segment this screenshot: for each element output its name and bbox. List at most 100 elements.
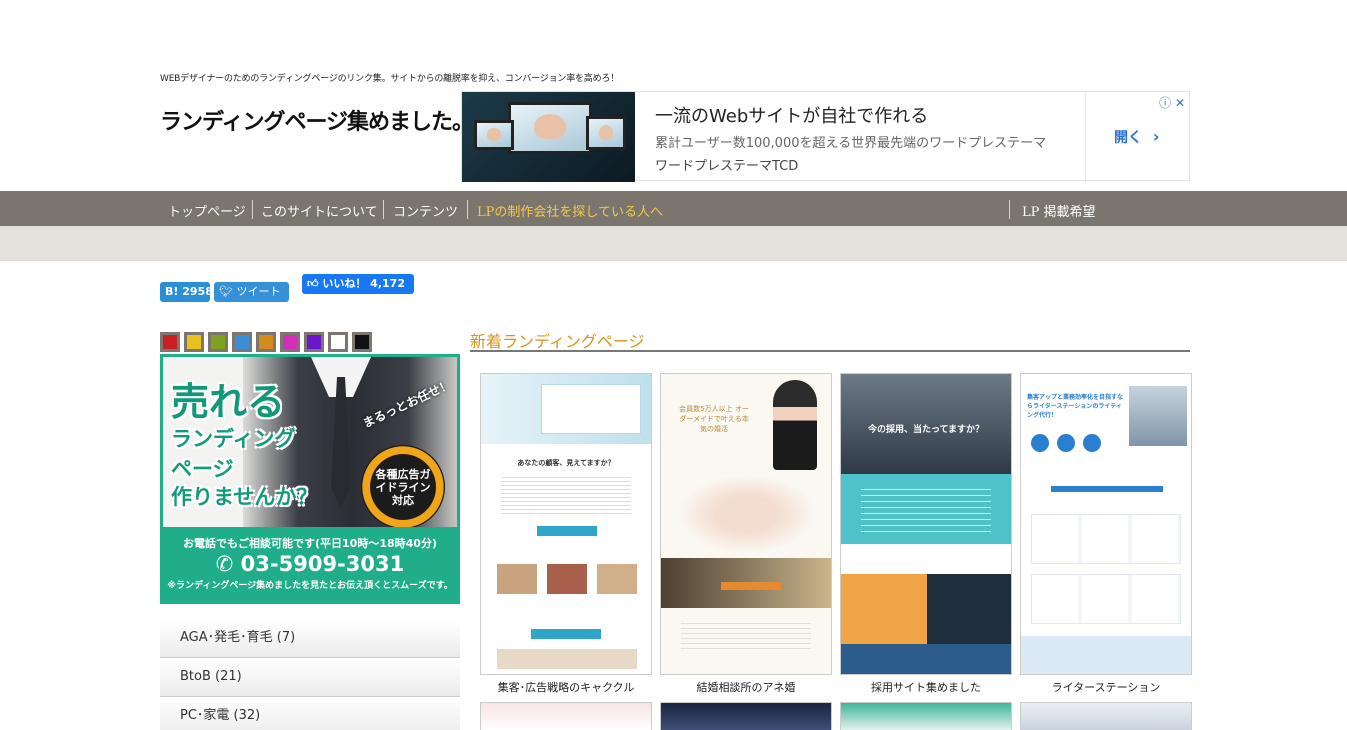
- card-thumb: [497, 564, 537, 594]
- ad-title[interactable]: 一流のWebサイトが自社で作れる: [655, 102, 928, 128]
- card-label-bar: [531, 629, 601, 639]
- guideline-badge: 各種広告ガイドライン対応: [361, 445, 445, 529]
- card-feature-grid: [1031, 574, 1181, 624]
- site-logo[interactable]: ランディングページ集めました。: [160, 104, 474, 136]
- nav-item-lp-request[interactable]: LP 掲載希望: [1022, 201, 1096, 220]
- card-feature-grid: [1031, 514, 1181, 564]
- lp-card[interactable]: [480, 702, 652, 730]
- category-list: AGA･発毛･育毛 (7) BtoB (21) PC･家電 (32): [160, 620, 460, 730]
- color-swatch-orange[interactable]: [256, 332, 276, 352]
- card-caption[interactable]: 集客･広告戦略のキャククル: [480, 679, 652, 695]
- card-text-lines: [501, 474, 631, 514]
- nav-separator: [383, 200, 384, 219]
- nav-separator: [1009, 200, 1010, 219]
- nav-item-about[interactable]: このサイトについて: [261, 201, 378, 220]
- twitter-bird-icon: 🐦︎: [219, 285, 233, 298]
- color-swatch-green[interactable]: [208, 332, 228, 352]
- card-caption[interactable]: 採用サイト集めました: [840, 679, 1012, 695]
- nav-separator: [252, 200, 253, 219]
- sub-nav-bar: [0, 226, 1347, 261]
- banner-headline-2: ランディング: [171, 427, 296, 451]
- color-swatch-black[interactable]: [352, 332, 372, 352]
- site-tagline: WEBデザイナーのためのランディングページのリンク集。サイトからの離脱率を抑え、…: [160, 74, 619, 84]
- monitor-image: [508, 102, 592, 154]
- section-title: 新着ランディングページ: [470, 332, 645, 351]
- color-filter: [160, 332, 372, 352]
- lp-card[interactable]: [840, 702, 1012, 730]
- card-footer: [1021, 636, 1191, 674]
- banner-headline-4: 作りませんか？: [171, 485, 318, 509]
- card-icon-circle: [1083, 434, 1101, 452]
- card-caption[interactable]: ライターステーション: [1020, 679, 1192, 695]
- card-label-bar: [537, 526, 597, 536]
- ad-open-button[interactable]: 開く ›: [1114, 127, 1159, 147]
- ad-close-icon[interactable]: ⓘ ✕: [1159, 94, 1185, 111]
- card-headline: 今の採用、当たってますか？: [867, 425, 985, 435]
- ad-subtitle: 累計ユーザー数100,000を超える世界最先端のワードプレステーマ: [655, 136, 1047, 151]
- lp-production-banner[interactable]: 売れる ランディング ページ 作りませんか？ まるっとお任せ！ 各種広告ガイドラ…: [160, 354, 460, 604]
- like-label: いいね！ 4,172: [322, 277, 405, 290]
- card-footer: [841, 644, 1011, 674]
- category-item[interactable]: BtoB (21): [160, 659, 460, 697]
- badge-text: 各種広告ガイドライン対応: [375, 467, 431, 507]
- tel-value: 03-5909-3031: [240, 552, 405, 576]
- facebook-like-button[interactable]: 👍︎ いいね！ 4,172: [302, 274, 414, 294]
- section-underline: [470, 350, 1190, 352]
- phone-icon: ✆: [215, 552, 234, 576]
- ad-brand: ワードプレステーマTCD: [655, 159, 799, 174]
- card-headline: あなたの顧客、見えてますか？: [517, 459, 615, 467]
- color-swatch-purple[interactable]: [304, 332, 324, 352]
- card-button: [721, 582, 781, 590]
- card-hero-box: [541, 384, 641, 434]
- category-item[interactable]: AGA･発毛･育毛 (7): [160, 620, 460, 658]
- page: WEBデザイナーのためのランディングページのリンク集。サイトからの離脱率を抑え、…: [0, 0, 1347, 730]
- card-thumb: [547, 564, 587, 594]
- card-thumb: [497, 649, 637, 669]
- monitor-image: [586, 116, 626, 150]
- main-nav: トップページ このサイトについて コンテンツ LPの制作会社を探している人へ L…: [0, 191, 1347, 226]
- tweet-button[interactable]: 🐦︎ ツイート: [214, 282, 289, 302]
- tweet-label: ツイート: [236, 285, 281, 298]
- tel-note: お電話でもご相談可能です(平日10時〜18時40分): [183, 537, 437, 550]
- card-tile: [841, 574, 927, 644]
- tel-subnote: ※ランディングページ集めましたを見たとお伝え頂くとスムーズです。: [167, 581, 453, 591]
- lp-card[interactable]: 会員数5万人以上 オーダーメイドで叶える本気の婚活: [660, 373, 832, 675]
- lp-card[interactable]: [1020, 702, 1192, 730]
- color-swatch-pink[interactable]: [280, 332, 300, 352]
- card-text-lines: [861, 484, 991, 534]
- lp-card[interactable]: 集客アップと業務効率化を目指すならライターステーションのライティング代行！: [1020, 373, 1192, 675]
- ad-banner[interactable]: 一流のWebサイトが自社で作れる 累計ユーザー数100,000を超える世界最先端…: [461, 91, 1190, 182]
- tel-number[interactable]: ✆ 03-5909-3031: [163, 552, 457, 576]
- lp-card[interactable]: [660, 702, 832, 730]
- nav-separator: [467, 200, 468, 219]
- card-caption[interactable]: 結婚相談所のアネ婚: [660, 679, 832, 695]
- color-swatch-yellow[interactable]: [184, 332, 204, 352]
- lp-card[interactable]: あなたの顧客、見えてますか？: [480, 373, 652, 675]
- color-swatch-blue[interactable]: [232, 332, 252, 352]
- category-item[interactable]: PC･家電 (32): [160, 698, 460, 730]
- color-swatch-white[interactable]: [328, 332, 348, 352]
- banner-headline-3: ページ: [171, 457, 234, 481]
- banner-headline-1: 売れる: [171, 380, 286, 424]
- thumbs-up-icon: 👍︎: [307, 277, 319, 290]
- card-icon-circle: [1031, 434, 1049, 452]
- nav-item-lp-agency[interactable]: LPの制作会社を探している人へ: [477, 201, 663, 220]
- nav-item-contents[interactable]: コンテンツ: [393, 201, 458, 220]
- card-label-bar: [1051, 486, 1163, 492]
- ad-image[interactable]: [462, 92, 635, 182]
- card-icon-circle: [1057, 434, 1075, 452]
- chevron-right-icon: ›: [1152, 127, 1160, 146]
- card-text-lines: [681, 619, 811, 649]
- ad-open-label: 開く: [1114, 130, 1142, 146]
- hatena-bookmark-button[interactable]: B! 2958: [160, 282, 213, 302]
- card-headline: 集客アップと業務効率化を目指すならライターステーションのライティング代行！: [1027, 394, 1124, 419]
- woman-image: [773, 380, 817, 470]
- lp-card[interactable]: 今の採用、当たってますか？: [840, 373, 1012, 675]
- laptop-image: [1129, 386, 1187, 446]
- card-tile: [927, 574, 1011, 644]
- color-swatch-red[interactable]: [160, 332, 180, 352]
- flower-image: [677, 474, 817, 554]
- card-headline: 会員数5万人以上 オーダーメイドで叶える本気の婚活: [679, 405, 749, 433]
- nav-item-top[interactable]: トップページ: [168, 201, 246, 220]
- banner-contact: お電話でもご相談可能です(平日10時〜18時40分) ✆ 03-5909-303…: [163, 527, 457, 601]
